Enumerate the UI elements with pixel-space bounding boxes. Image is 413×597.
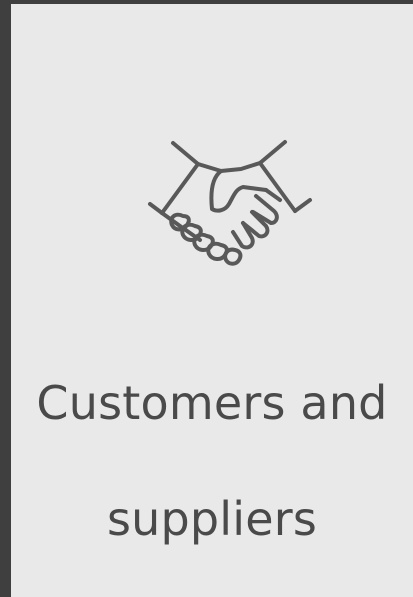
card-title: Customers and suppliers [11,316,413,597]
card-title-line-1: Customers and [36,376,388,430]
outer-frame: Customers and suppliers [0,0,413,597]
card-title-line-2: suppliers [106,492,318,546]
customers-suppliers-card[interactable]: Customers and suppliers [11,4,413,597]
handshake-icon [148,140,312,266]
